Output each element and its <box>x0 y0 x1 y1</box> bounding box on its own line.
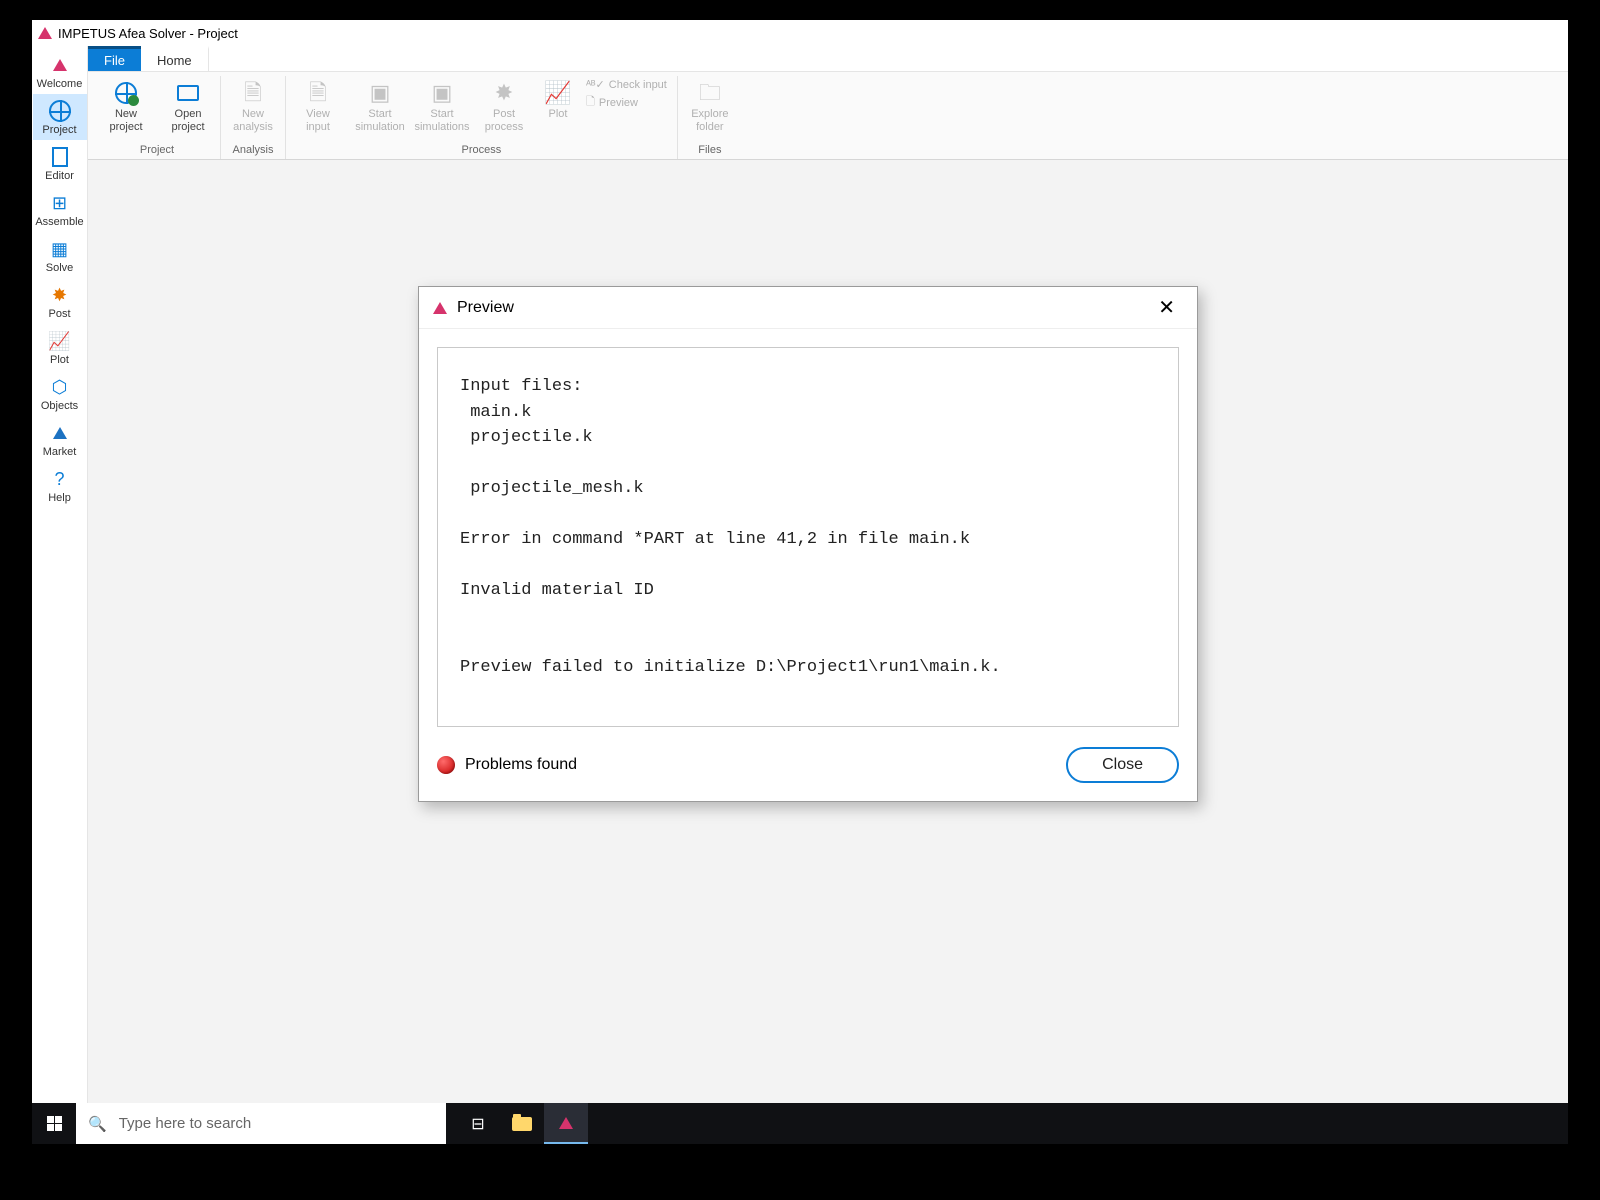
new-analysis-icon: 🗎 <box>244 78 262 108</box>
rail-objects[interactable]: ⬡ Objects <box>33 370 87 416</box>
start-simulation-button: ▣ Start simulation <box>352 76 408 141</box>
new-project-button[interactable]: New project <box>98 76 154 141</box>
titlebar: IMPETUS Afea Solver - Project <box>32 20 1568 46</box>
check-input-link: ᴬᴮ✓Check input <box>586 78 667 91</box>
taskbar: 🔍 Type here to search ⊟ <box>32 1103 1568 1144</box>
ribbon-tabs: File Home <box>88 46 1568 72</box>
close-button[interactable]: Close <box>1066 747 1179 783</box>
objects-icon: ⬡ <box>52 376 68 398</box>
open-project-button[interactable]: Open project <box>160 76 216 141</box>
ribbon-group-process: 🗎 View input ▣ Start simulation ▣ Start … <box>286 76 678 159</box>
error-indicator-icon <box>437 756 455 774</box>
console-output: Input files: main.k projectile.k project… <box>437 347 1179 727</box>
window-title: IMPETUS Afea Solver - Project <box>58 26 238 41</box>
workspace: Preview ✕ Input files: main.k projectile… <box>88 160 1568 1103</box>
new-project-icon <box>115 82 137 104</box>
taskbar-taskview[interactable]: ⊟ <box>456 1103 500 1144</box>
check-input-icon: ᴬᴮ✓ <box>586 78 605 91</box>
project-icon <box>49 100 71 122</box>
rail-help[interactable]: ? Help <box>33 462 87 508</box>
tab-home[interactable]: Home <box>141 46 209 71</box>
ribbon: New project Open project Project <box>88 72 1568 160</box>
solve-icon: ▦ <box>51 238 68 260</box>
rail-assemble[interactable]: ⊞ Assemble <box>33 186 87 232</box>
taskbar-impetus[interactable] <box>544 1103 588 1144</box>
preview-dialog: Preview ✕ Input files: main.k projectile… <box>418 286 1198 802</box>
search-icon: 🔍 <box>88 1115 107 1133</box>
explore-folder-button: 🗀 Explore folder <box>682 76 738 141</box>
rail-editor[interactable]: Editor <box>33 140 87 186</box>
plot-icon: 📈 <box>48 330 70 352</box>
dialog-status: Problems found <box>437 756 577 774</box>
rail-welcome[interactable]: Welcome <box>33 48 87 94</box>
taskview-icon: ⊟ <box>471 1114 484 1134</box>
rail-project[interactable]: Project <box>33 94 87 140</box>
left-rail: Welcome Project Editor ⊞ Assemble <box>32 46 88 1103</box>
post-process-icon: ✸ <box>495 78 513 108</box>
ribbon-group-analysis: 🗎 New analysis Analysis <box>221 76 286 159</box>
impetus-taskbar-icon <box>559 1117 573 1129</box>
preview-icon: 🗋 <box>586 93 595 112</box>
taskbar-search[interactable]: 🔍 Type here to search <box>76 1103 446 1144</box>
dialog-close-x[interactable]: ✕ <box>1150 291 1183 324</box>
post-process-button: ✸ Post process <box>476 76 532 141</box>
editor-icon <box>52 147 68 167</box>
ribbon-group-files: 🗀 Explore folder Files <box>678 76 742 159</box>
explore-folder-icon: 🗀 <box>699 78 721 108</box>
app-logo-icon <box>38 27 52 39</box>
dialog-logo-icon <box>433 302 447 314</box>
start-simulations-button: ▣ Start simulations <box>414 76 470 141</box>
rail-plot[interactable]: 📈 Plot <box>33 324 87 370</box>
tab-file[interactable]: File <box>88 46 141 71</box>
open-project-icon <box>177 85 199 101</box>
ribbon-group-project: New project Open project Project <box>94 76 221 159</box>
view-input-button: 🗎 View input <box>290 76 346 141</box>
app-window: IMPETUS Afea Solver - Project Welcome Pr… <box>32 20 1568 1103</box>
plot-ribbon-icon: 📈 <box>544 78 571 108</box>
preview-link: 🗋Preview <box>586 93 667 112</box>
rail-market[interactable]: Market <box>33 416 87 462</box>
taskbar-explorer[interactable] <box>500 1103 544 1144</box>
help-icon: ? <box>54 468 64 490</box>
process-side-links: ᴬᴮ✓Check input 🗋Preview <box>584 76 673 141</box>
dialog-title: Preview <box>457 299 514 317</box>
view-input-icon: 🗎 <box>309 78 327 108</box>
assemble-icon: ⊞ <box>52 192 67 214</box>
plot-button: 📈 Plot <box>538 76 578 141</box>
welcome-icon <box>53 59 67 71</box>
start-simulation-icon: ▣ <box>370 78 391 108</box>
new-analysis-button: 🗎 New analysis <box>225 76 281 141</box>
market-icon <box>53 427 67 439</box>
post-icon: ✸ <box>52 284 67 306</box>
search-placeholder: Type here to search <box>119 1115 252 1132</box>
explorer-icon <box>512 1117 532 1131</box>
windows-icon <box>47 1116 62 1131</box>
rail-solve[interactable]: ▦ Solve <box>33 232 87 278</box>
rail-post[interactable]: ✸ Post <box>33 278 87 324</box>
start-simulations-icon: ▣ <box>432 78 453 108</box>
start-button[interactable] <box>32 1103 76 1144</box>
